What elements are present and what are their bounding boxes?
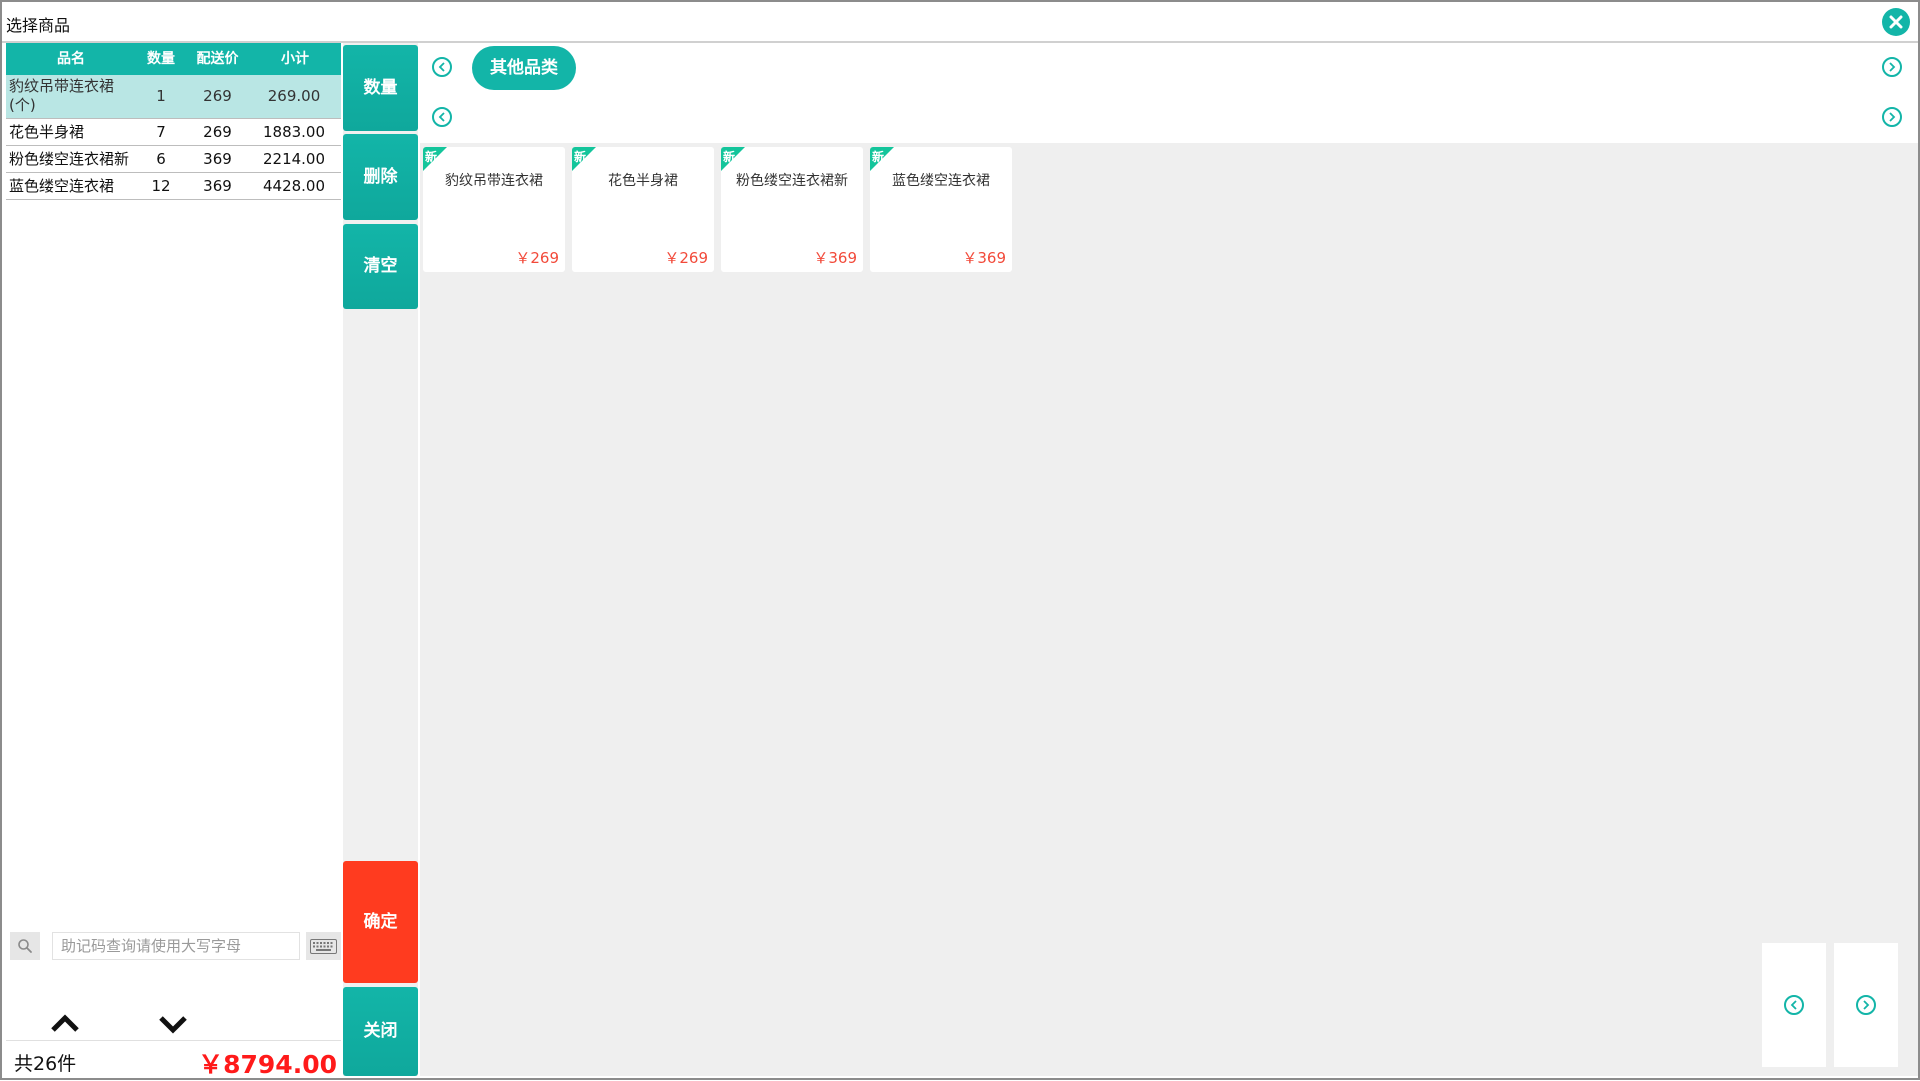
chevron-right-icon: [1863, 1000, 1870, 1010]
chevron-right-icon: [1889, 62, 1896, 72]
product-name: 蓝色缕空连衣裙: [892, 173, 990, 189]
search-icon[interactable]: [10, 932, 40, 960]
header-qty: 数量: [147, 51, 175, 67]
row-price: 269: [203, 87, 232, 105]
close-icon: [1889, 15, 1903, 29]
new-tag-label: 新: [872, 150, 885, 164]
table-row[interactable]: 豹纹吊带连衣裙(个) 1 269 269.00: [6, 75, 341, 119]
subcategory-next-button[interactable]: [1882, 107, 1902, 127]
close-button[interactable]: 关闭: [343, 987, 418, 1076]
table-row[interactable]: 蓝色缕空连衣裙 12 369 4428.00: [6, 173, 341, 200]
table-row[interactable]: 粉色缕空连衣裙新 6 369 2214.00: [6, 146, 341, 173]
product-price: ￥269: [664, 249, 708, 267]
chevron-left-icon: [1790, 1000, 1797, 1010]
new-tag-label: 新: [574, 150, 587, 164]
product-card[interactable]: 新 豹纹吊带连衣裙 ￥269: [423, 147, 565, 272]
chevron-right-icon: [1889, 112, 1896, 122]
product-area: 其他品类 新 豹纹吊带连衣裙 ￥269 新 花色半身裙 ￥269 新 粉色缕空连…: [420, 43, 1918, 1076]
row-price: 369: [203, 177, 232, 195]
row-subtotal: 4428.00: [262, 177, 326, 195]
chevron-left-icon: [438, 112, 445, 122]
product-card[interactable]: 新 粉色缕空连衣裙新 ￥369: [721, 147, 863, 272]
page-next-button[interactable]: [1834, 943, 1898, 1067]
window-title: 选择商品: [6, 16, 71, 35]
category-next-button[interactable]: [1882, 57, 1902, 77]
subcategory-prev-button[interactable]: [432, 107, 452, 127]
header-subtotal: 小计: [281, 51, 309, 67]
row-name: 花色半身裙: [9, 123, 85, 141]
action-column: 数量 删除 清空 确定 关闭: [343, 43, 418, 1076]
window-frame: 选择商品 品名 数量 配送价 小计 豹纹吊带连衣裙(个) 1 269 269.0…: [0, 0, 1920, 1080]
delete-button[interactable]: 删除: [343, 134, 418, 220]
new-tag-label: 新: [723, 150, 736, 164]
row-price: 369: [203, 150, 232, 168]
row-qty: 1: [156, 87, 166, 105]
keyboard-icon[interactable]: [306, 932, 341, 960]
category-prev-button[interactable]: [432, 57, 452, 77]
chevron-down-icon[interactable]: [156, 1013, 190, 1035]
close-window-button[interactable]: [1882, 8, 1910, 36]
row-qty: 12: [151, 177, 171, 195]
page-prev-circle: [1784, 995, 1804, 1015]
row-qty: 6: [156, 150, 166, 168]
product-name: 花色半身裙: [608, 173, 678, 189]
row-name: 豹纹吊带连衣裙(个): [9, 77, 115, 114]
header-name: 品名: [57, 51, 85, 67]
row-name: 粉色缕空连衣裙新: [9, 150, 130, 168]
title-bar: 选择商品: [2, 2, 1918, 43]
product-price: ￥369: [813, 249, 857, 267]
table-row[interactable]: 花色半身裙 7 269 1883.00: [6, 119, 341, 146]
quantity-button[interactable]: 数量: [343, 45, 418, 131]
search-input[interactable]: [52, 932, 300, 960]
row-qty: 7: [156, 123, 166, 141]
search-glyph: [18, 939, 32, 953]
product-card[interactable]: 新 蓝色缕空连衣裙 ￥369: [870, 147, 1012, 272]
category-bar: 其他品类: [420, 43, 1918, 143]
keyboard-glyph: [310, 939, 337, 954]
page-next-circle: [1856, 995, 1876, 1015]
page-prev-button[interactable]: [1762, 943, 1826, 1067]
chevron-left-icon: [438, 62, 445, 72]
row-subtotal: 269.00: [267, 87, 321, 105]
product-card[interactable]: 新 花色半身裙 ￥269: [572, 147, 714, 272]
product-name: 粉色缕空连衣裙新: [736, 173, 848, 189]
order-table-header: 品名 数量 配送价 小计: [6, 43, 341, 75]
row-price: 269: [203, 123, 232, 141]
clear-button[interactable]: 清空: [343, 224, 418, 309]
header-price: 配送价: [196, 51, 239, 67]
chevron-up-icon[interactable]: [48, 1013, 82, 1035]
row-subtotal: 1883.00: [262, 123, 326, 141]
product-price: ￥269: [515, 249, 559, 267]
item-count: 共26件: [14, 1053, 77, 1075]
search-bar: [6, 926, 341, 962]
new-tag-label: 新: [425, 150, 438, 164]
row-name: 蓝色缕空连衣裙: [9, 177, 115, 195]
category-tab-active[interactable]: 其他品类: [472, 46, 576, 90]
row-subtotal: 2214.00: [262, 150, 326, 168]
confirm-button[interactable]: 确定: [343, 861, 418, 983]
product-name: 豹纹吊带连衣裙: [445, 173, 543, 189]
order-panel: 品名 数量 配送价 小计 豹纹吊带连衣裙(个) 1 269 269.00 花色半…: [6, 43, 341, 1076]
order-summary: 共26件 ￥8794.00: [6, 1040, 341, 1079]
product-price: ￥369: [962, 249, 1006, 267]
order-total: ￥8794.00: [198, 1050, 337, 1079]
